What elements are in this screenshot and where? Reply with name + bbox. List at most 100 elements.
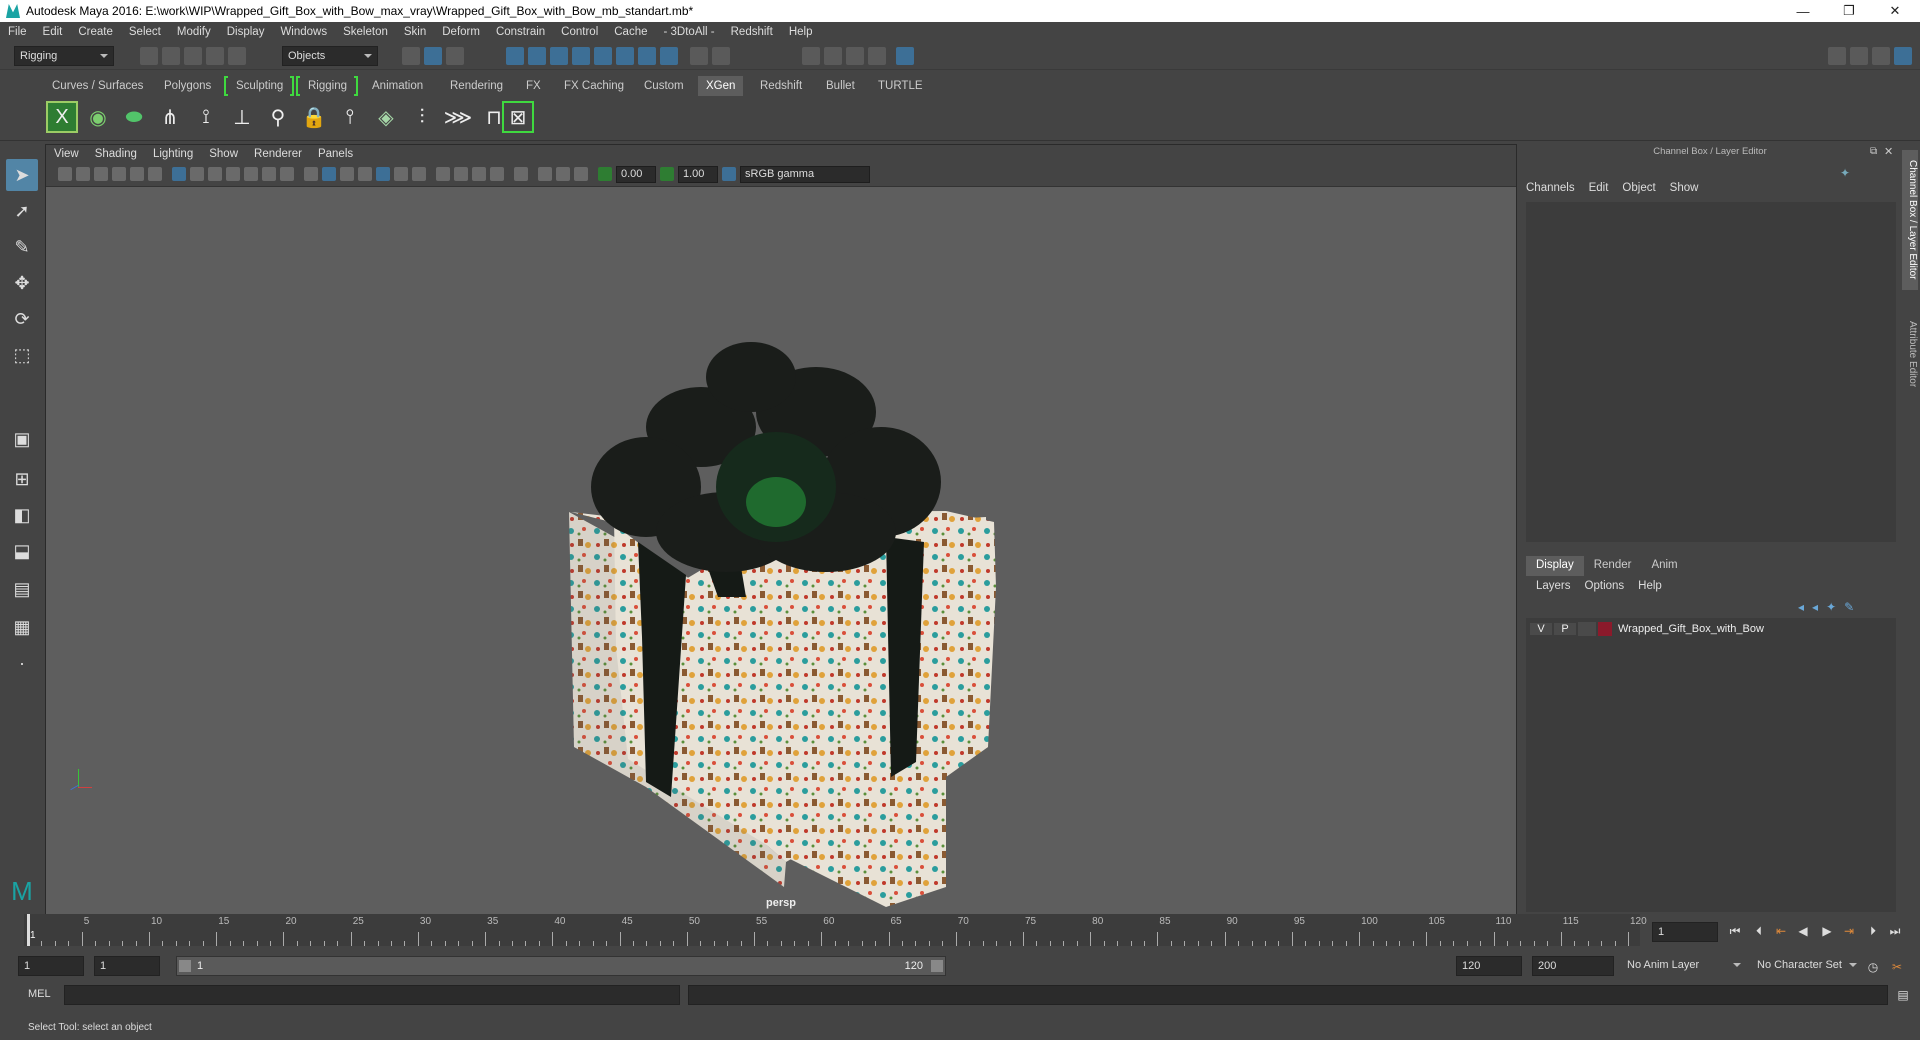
layer-menu-layers[interactable]: Layers <box>1536 580 1571 592</box>
shelf-tab-custom[interactable]: Custom <box>636 76 692 96</box>
grease-pencil-icon[interactable] <box>148 167 162 181</box>
vp-menu-panels[interactable]: Panels <box>310 148 361 160</box>
menu-create[interactable]: Create <box>70 26 121 38</box>
xgen-insert-cv-icon[interactable]: ⊥ <box>226 101 258 133</box>
side-tab-channel-box[interactable]: Channel Box / Layer Editor <box>1902 150 1918 290</box>
shelf-tab-fx-caching[interactable]: FX Caching <box>556 76 632 96</box>
motion-blur-icon[interactable] <box>454 167 468 181</box>
new-layer-icon[interactable]: ✦ <box>1826 600 1836 614</box>
play-backward-icon[interactable]: ◀ <box>1796 924 1810 938</box>
safe-title-icon[interactable] <box>280 167 294 181</box>
character-set-dropdown[interactable]: No Character Set <box>1752 956 1862 976</box>
rotate-tool-icon[interactable]: ⟳ <box>6 303 38 335</box>
shelf-tab-curves[interactable]: Curves / Surfaces <box>44 76 151 96</box>
channel-menu-show[interactable]: Show <box>1670 182 1699 194</box>
step-forward-frame-icon[interactable]: ⇥ <box>1842 924 1856 938</box>
save-scene-icon[interactable] <box>184 47 202 65</box>
menu-modify[interactable]: Modify <box>169 26 219 38</box>
shelf-tab-rendering[interactable]: Rendering <box>442 76 511 96</box>
gamma-icon[interactable] <box>660 167 674 181</box>
xgen-lock-guide-icon[interactable]: 🔒 <box>298 101 330 133</box>
view-transform-dropdown[interactable]: sRGB gamma <box>740 166 870 183</box>
range-handle-end[interactable] <box>931 960 943 972</box>
menu-3dtoall[interactable]: - 3DtoAll - <box>656 26 723 38</box>
play-forward-icon[interactable]: ▶ <box>1820 924 1834 938</box>
render-frame-icon[interactable] <box>824 47 842 65</box>
menu-select[interactable]: Select <box>121 26 169 38</box>
maya-home-icon[interactable]: M <box>6 875 38 907</box>
shelf-tab-animation[interactable]: Animation <box>364 76 431 96</box>
layer-menu-options[interactable]: Options <box>1585 580 1625 592</box>
undo-icon[interactable] <box>206 47 224 65</box>
shelf-tab-bullet[interactable]: Bullet <box>818 76 863 96</box>
redo-icon[interactable] <box>228 47 246 65</box>
channel-menu-object[interactable]: Object <box>1622 182 1655 194</box>
persp-render-layout-icon[interactable]: ▦ <box>6 611 38 643</box>
shelf-tab-sculpting[interactable]: Sculpting <box>228 76 291 96</box>
xgen-sculpt-icon[interactable]: ◈ <box>370 101 402 133</box>
render-settings-icon[interactable] <box>868 47 886 65</box>
minimize-button[interactable]: — <box>1780 0 1826 22</box>
camera-attributes-icon[interactable] <box>76 167 90 181</box>
film-gate-icon[interactable] <box>190 167 204 181</box>
open-scene-icon[interactable] <box>162 47 180 65</box>
layer-menu-help[interactable]: Help <box>1638 580 1662 592</box>
outliner-toggle-icon[interactable] <box>1850 47 1868 65</box>
isolate-select-icon[interactable] <box>514 167 528 181</box>
menu-deform[interactable]: Deform <box>434 26 488 38</box>
move-tool-icon[interactable]: ✥ <box>6 267 38 299</box>
scale-tool-icon[interactable]: ⬚ <box>6 339 38 371</box>
menu-edit[interactable]: Edit <box>35 26 71 38</box>
step-forward-key-icon[interactable]: ⏵ <box>1866 924 1880 938</box>
shelf-tab-redshift[interactable]: Redshift <box>752 76 810 96</box>
menu-skeleton[interactable]: Skeleton <box>335 26 396 38</box>
vp-menu-view[interactable]: View <box>46 148 87 160</box>
screen-space-ao-icon[interactable] <box>436 167 450 181</box>
xray-joints-icon[interactable] <box>538 167 552 181</box>
step-back-frame-icon[interactable]: ⇤ <box>1774 924 1788 938</box>
multisample-aa-icon[interactable] <box>472 167 486 181</box>
range-bar[interactable]: 1 120 <box>176 956 946 976</box>
channel-menu-edit[interactable]: Edit <box>1589 182 1609 194</box>
color-management-icon[interactable] <box>722 167 736 181</box>
xgen-preview-icon[interactable]: ◉ <box>82 101 114 133</box>
shelf-tab-xgen[interactable]: XGen <box>698 76 744 96</box>
snap-surface-icon[interactable] <box>594 47 612 65</box>
menuset-dropdown[interactable]: Rigging <box>14 46 114 66</box>
grid-icon[interactable] <box>172 167 186 181</box>
single-perspective-layout-icon[interactable]: ▣ <box>6 423 38 455</box>
image-plane-icon[interactable] <box>112 167 126 181</box>
render-view-icon[interactable] <box>802 47 820 65</box>
select-object-icon[interactable] <box>424 47 442 65</box>
camera-settings-icon[interactable] <box>574 167 588 181</box>
side-tab-attribute-editor[interactable]: Attribute Editor <box>1902 304 1918 404</box>
exposure-field[interactable]: 0.00 <box>616 166 656 183</box>
smooth-shade-icon[interactable] <box>322 167 336 181</box>
move-layer-up-icon[interactable]: ◂ <box>1798 600 1804 614</box>
go-to-start-icon[interactable]: ⏮ <box>1728 924 1742 938</box>
menu-windows[interactable]: Windows <box>272 26 335 38</box>
xgen-bend-guide-icon[interactable]: ⫯ <box>334 101 366 133</box>
playback-end-field[interactable]: 120 <box>1456 956 1522 976</box>
2d-pan-zoom-icon[interactable] <box>130 167 144 181</box>
xgen-clear-icon[interactable]: ⊠ <box>502 101 534 133</box>
layer-name[interactable]: Wrapped_Gift_Box_with_Bow <box>1618 623 1764 635</box>
menu-redshift[interactable]: Redshift <box>723 26 781 38</box>
layer-tab-display[interactable]: Display <box>1526 556 1584 576</box>
safe-action-icon[interactable] <box>262 167 276 181</box>
anim-layer-dropdown[interactable]: No Anim Layer <box>1622 956 1746 976</box>
current-time-indicator[interactable] <box>27 914 30 946</box>
vp-menu-renderer[interactable]: Renderer <box>246 148 310 160</box>
animation-start-field[interactable]: 1 <box>18 956 84 976</box>
animation-end-field[interactable]: 200 <box>1532 956 1614 976</box>
layer-tab-anim[interactable]: Anim <box>1641 556 1687 576</box>
script-editor-icon[interactable]: ▤ <box>1896 988 1910 1002</box>
persp-hypershade-layout-icon[interactable]: ▤ <box>6 573 38 605</box>
layer-tab-render[interactable]: Render <box>1584 556 1642 576</box>
snap-curve-icon[interactable] <box>528 47 546 65</box>
menu-display[interactable]: Display <box>219 26 273 38</box>
current-frame-field[interactable]: 1 <box>1652 922 1718 942</box>
xgen-guide-icon[interactable]: ⋔ <box>154 101 186 133</box>
menu-control[interactable]: Control <box>553 26 606 38</box>
go-to-end-icon[interactable]: ⏭ <box>1888 924 1902 938</box>
